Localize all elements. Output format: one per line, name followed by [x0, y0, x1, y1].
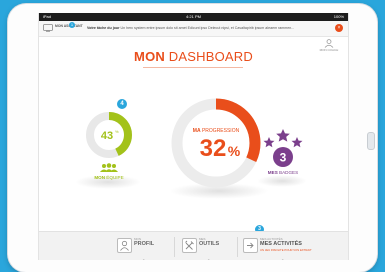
progression-gauge[interactable]: MA PROGRESSION 32 %	[168, 95, 264, 191]
activities-sublabel: UN JEU INSOLITE POUR VOS EXTRAIT	[260, 248, 312, 252]
notification-message: Votre tâche du jour Un herc system entre…	[87, 26, 324, 30]
team-gauge[interactable]: 43 %	[85, 111, 133, 159]
badges-label: MES BADGES	[267, 170, 299, 175]
profile-label: PROFIL	[134, 241, 155, 247]
notification-title: Votre tâche du jour	[87, 26, 120, 30]
tools-tile[interactable]: MES OUTILS ⌄	[182, 235, 234, 260]
team-unit: %	[115, 129, 119, 134]
title-underline	[143, 67, 243, 68]
star-icon	[276, 129, 290, 142]
team-value: 43	[101, 130, 113, 142]
tools-label: OUTILS	[199, 241, 220, 247]
assistant-icon	[43, 24, 53, 32]
team-icon	[100, 163, 118, 172]
status-bar: iPad 4:21 PM 100%	[39, 13, 348, 21]
activities-label: MES ACTIVITÉS	[260, 241, 302, 247]
status-time: 4:21 PM	[186, 14, 201, 19]
profile-tile[interactable]: MON PROFIL ⌄	[117, 235, 169, 260]
chevron-down-icon: ⌄	[207, 256, 211, 260]
progression-label: MA PROGRESSION	[193, 128, 240, 134]
page-title: MON DASHBOARD	[134, 49, 253, 64]
tools-icon	[182, 238, 197, 253]
activities-tile[interactable]: MES ACTIVITÉS MES ACTIVITÉS UN JEU INSOL…	[233, 235, 331, 260]
chevron-down-icon: ⌄	[142, 256, 146, 260]
team-notification-badge: 4	[116, 98, 128, 110]
badges-widget[interactable]: 3	[261, 127, 305, 169]
badges-shadow	[257, 175, 307, 187]
app-screen: iPad 4:21 PM 100% MON ASSISTANT 1 Votre …	[38, 13, 349, 260]
footer-divider	[174, 237, 175, 257]
activities-icon	[243, 238, 258, 253]
battery-level: 100%	[333, 14, 344, 19]
notification-text: Un herc system entre ipsum dolo sit amet…	[120, 26, 295, 30]
progression-unit: %	[228, 143, 241, 159]
profile-icon	[117, 238, 132, 253]
star-icon	[291, 137, 303, 148]
coach-icon	[324, 39, 334, 48]
badges-count: 3	[280, 151, 287, 165]
notification-bar[interactable]: MON ASSISTANT 1 Votre tâche du jour Un h…	[39, 21, 348, 37]
star-icon	[263, 137, 275, 148]
progression-value: 32	[200, 135, 227, 162]
notification-badge: 1	[69, 22, 75, 28]
close-icon[interactable]: ×	[335, 24, 343, 32]
chevron-down-icon: ⌄	[281, 256, 285, 260]
team-label: MON ÉQUIPE	[94, 175, 124, 180]
footer-nav: MON PROFIL ⌄ MES OUTILS ⌄ MES ACTIVITÉS …	[39, 231, 348, 260]
home-button[interactable]	[367, 132, 375, 150]
